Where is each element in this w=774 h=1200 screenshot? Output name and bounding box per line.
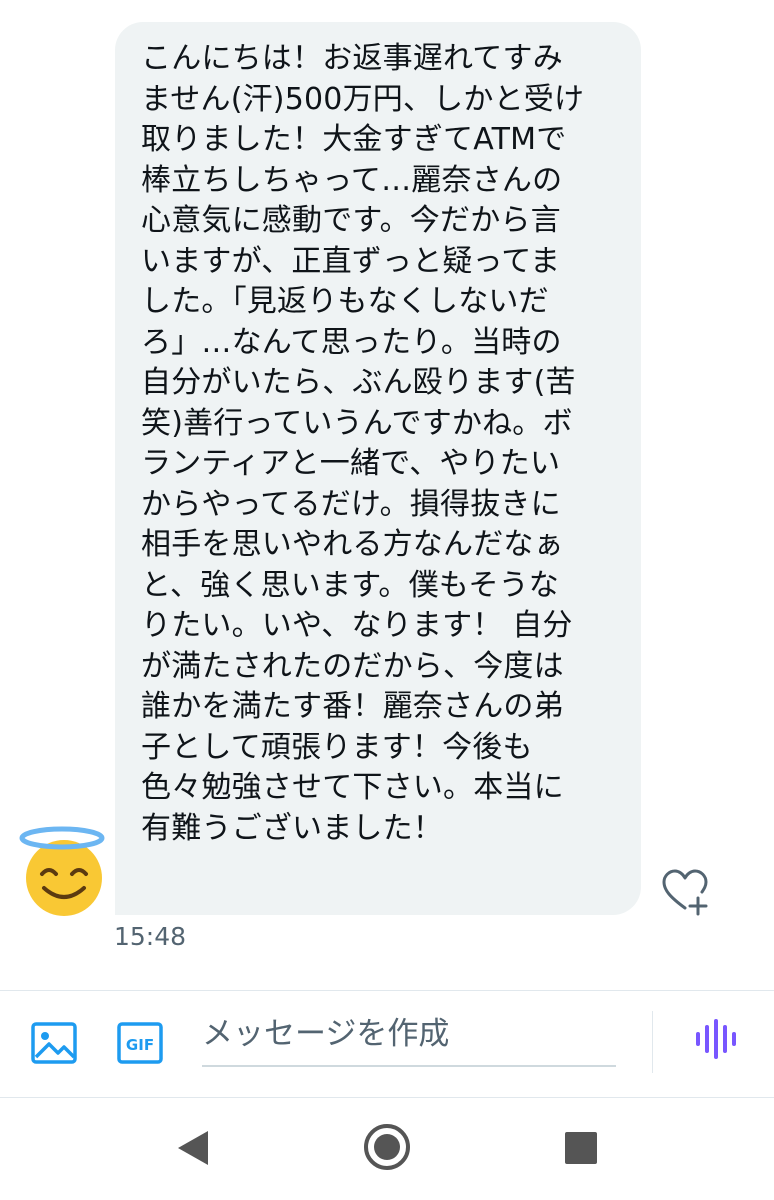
message-line: ろ」…なんて思ったり。当時の bbox=[141, 324, 562, 360]
message-line: ません(汗)500万円、しかと受け bbox=[141, 81, 585, 117]
composer-divider bbox=[652, 1011, 653, 1073]
recents-square-icon[interactable] bbox=[564, 1131, 598, 1165]
message-line: いますが、正直ずっと疑ってま bbox=[141, 243, 561, 279]
message-line: こんにちは！お返事遅れてすみ bbox=[141, 41, 563, 76]
message-line: 取りました！大金すぎてATMで bbox=[141, 122, 567, 157]
message-line: 心意気に感動です。今だから言 bbox=[141, 203, 561, 238]
message-line: と、強く思います。僕もそうな bbox=[141, 567, 559, 603]
image-icon[interactable] bbox=[30, 1021, 78, 1065]
message-composer: GIF bbox=[0, 990, 774, 1098]
message-line: 有難うございました！ bbox=[141, 810, 443, 846]
message-line: ランティアと一緒で、やりたい bbox=[141, 446, 561, 481]
system-navigation-bar bbox=[0, 1098, 774, 1200]
smiling-face-with-halo-icon[interactable] bbox=[18, 826, 110, 918]
heart-plus-icon[interactable] bbox=[660, 866, 710, 916]
message-line: 棒立ちしちゃって…麗奈さんの bbox=[141, 162, 563, 198]
message-timestamp: 15:48 bbox=[114, 922, 187, 951]
message-line: 笑)善行っていうんですかね。ボ bbox=[141, 405, 573, 441]
message-bubble[interactable]: こんにちは！お返事遅れてすみ ません(汗)500万円、しかと受け 取りました！大… bbox=[115, 22, 641, 915]
gif-button[interactable]: GIF bbox=[116, 1021, 164, 1065]
message-line: 子として頑張ります！今後も bbox=[141, 729, 533, 765]
home-circle-icon[interactable] bbox=[362, 1122, 412, 1172]
message-line: 自分がいたら、ぶん殴ります(苦 bbox=[141, 365, 576, 400]
message-line: した。「見返りもなくしないだ bbox=[141, 284, 549, 319]
message-input[interactable] bbox=[202, 1009, 616, 1067]
message-line: からやってるだけ。損得抜きに bbox=[141, 486, 561, 522]
message-line: が満たされたのだから、今度は bbox=[141, 648, 564, 684]
gif-label: GIF bbox=[126, 1036, 154, 1054]
back-triangle-icon[interactable] bbox=[174, 1128, 214, 1168]
message-line: 誰かを満たす番！麗奈さんの弟 bbox=[141, 689, 564, 724]
voice-waveform-icon[interactable] bbox=[694, 1017, 738, 1061]
message-line: りたい。いや、なります！ 自分 bbox=[141, 608, 573, 643]
conversation-area: こんにちは！お返事遅れてすみ ません(汗)500万円、しかと受け 取りました！大… bbox=[0, 0, 774, 990]
message-line: 相手を思いやれる方なんだなぁ bbox=[141, 527, 564, 562]
message-line: 色々勉強させて下さい。本当に bbox=[141, 770, 564, 805]
